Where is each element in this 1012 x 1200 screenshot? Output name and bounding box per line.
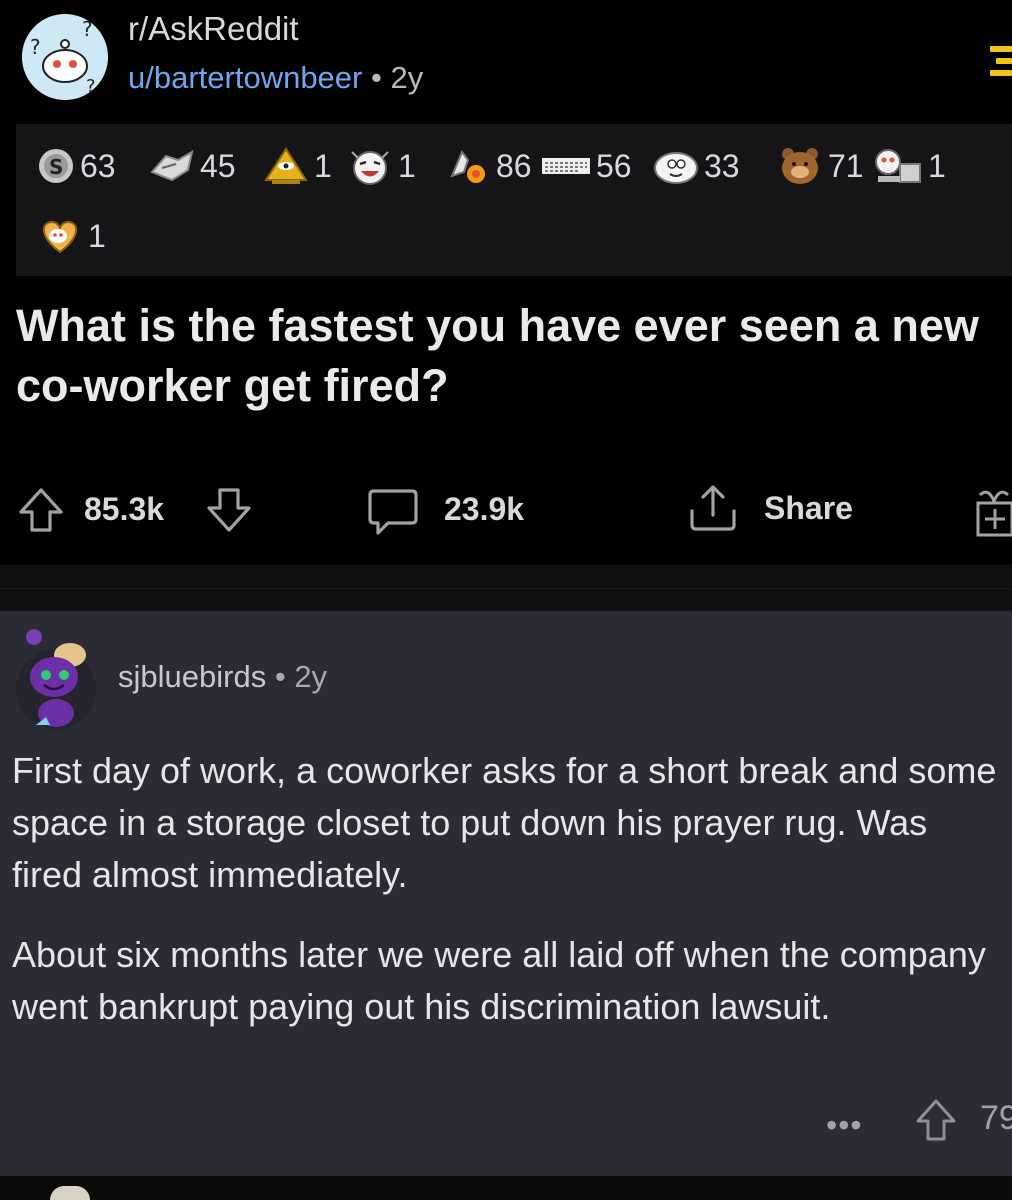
text-block-award-icon [542, 158, 590, 174]
post-title[interactable]: What is the fastest you have ever seen a… [16, 296, 1006, 416]
comment-byline: sjbluebirds • 2y [118, 659, 327, 695]
upvote-arrow-icon [19, 488, 63, 532]
comment-score: 79 [980, 1099, 1012, 1137]
award-button[interactable] [974, 483, 1012, 537]
award-count: 1 [928, 147, 946, 184]
snoo-confused-icon: ? ? ? [22, 14, 108, 100]
share-button[interactable]: Share [686, 481, 853, 535]
silver-coin-award-icon: S [39, 149, 73, 183]
comment-author[interactable]: sjbluebirds [118, 659, 266, 694]
pyramid-eye-award-icon [264, 147, 308, 184]
award-count: 1 [398, 147, 416, 184]
svg-text:?: ? [30, 35, 41, 59]
post-action-bar: 85.3k 23.9k Share [0, 475, 1012, 545]
bubble-face-award-icon [654, 152, 698, 184]
awards-panel[interactable]: S 63 45 1 1 86 56 33 71 1 1 [16, 124, 1012, 276]
comment-card[interactable]: sjbluebirds • 2y First day of work, a co… [0, 611, 1012, 1176]
upvote-arrow-icon [916, 1099, 956, 1141]
snoo-avatar-icon [16, 629, 96, 729]
award-count: 63 [80, 147, 116, 184]
svg-text:S: S [49, 155, 63, 179]
bear-award-icon [782, 148, 818, 184]
share-label: Share [764, 489, 853, 526]
award-item[interactable]: 33 [652, 146, 740, 186]
comment-upvote-button[interactable] [914, 1097, 958, 1148]
comment-bubble-icon [368, 489, 418, 535]
comments-button[interactable] [366, 485, 420, 539]
award-count: 33 [704, 147, 740, 184]
award-count: 1 [88, 217, 106, 254]
post-byline: u/bartertownbeer • 2y [128, 60, 423, 96]
menu-icon[interactable] [990, 46, 1012, 76]
wholesome-seal-award-icon [450, 150, 485, 183]
award-item[interactable]: 56 [540, 146, 632, 186]
svg-text:?: ? [86, 76, 96, 97]
award-item[interactable]: 45 [148, 146, 236, 186]
commenter-avatar[interactable] [10, 625, 100, 729]
byline-separator: • [274, 659, 286, 694]
more-options-button[interactable]: ••• [826, 1107, 863, 1144]
award-item[interactable]: 1 [262, 146, 332, 186]
award-count: 71 [828, 147, 864, 184]
gift-award-icon [976, 490, 1012, 537]
comment-paragraph: First day of work, a coworker asks for a… [12, 750, 997, 895]
next-comment-edge [0, 1176, 1012, 1200]
share-icon [690, 485, 736, 531]
award-count: 45 [200, 147, 236, 184]
subreddit-name[interactable]: r/AskReddit [128, 10, 299, 48]
post-age: 2y [390, 60, 424, 95]
award-item[interactable]: 1 [346, 146, 416, 186]
vote-count: 85.3k [84, 491, 165, 527]
downvote-button[interactable] [204, 485, 254, 535]
helpful-hands-award-icon [150, 150, 194, 182]
award-item[interactable]: 1 [870, 146, 946, 186]
subreddit-avatar[interactable]: ? ? ? [22, 14, 108, 100]
comment-count[interactable]: 23.9k [444, 491, 524, 528]
comment-body: First day of work, a coworker asks for a… [12, 745, 1004, 1061]
award-count: 56 [596, 147, 632, 184]
laughing-face-award-icon [351, 151, 389, 185]
heart-snoo-award-icon [42, 220, 78, 254]
comment-age: 2y [294, 659, 328, 694]
award-item[interactable]: S 63 [36, 146, 116, 186]
upvote-button[interactable] [16, 485, 66, 535]
comment-paragraph: About six months later we were all laid … [12, 934, 986, 1027]
svg-text:?: ? [82, 17, 93, 41]
award-item[interactable]: 1 [36, 216, 106, 256]
snoo-robot-award-icon [875, 149, 921, 183]
award-item[interactable]: 86 [444, 146, 532, 186]
byline-separator: • [371, 60, 382, 95]
award-count: 1 [314, 147, 332, 184]
award-item[interactable]: 71 [776, 146, 864, 186]
post-author-link[interactable]: u/bartertownbeer [128, 60, 362, 95]
award-count: 86 [496, 147, 532, 184]
next-avatar-edge [50, 1186, 90, 1200]
downvote-arrow-icon [207, 488, 251, 532]
divider-line [0, 588, 1012, 589]
